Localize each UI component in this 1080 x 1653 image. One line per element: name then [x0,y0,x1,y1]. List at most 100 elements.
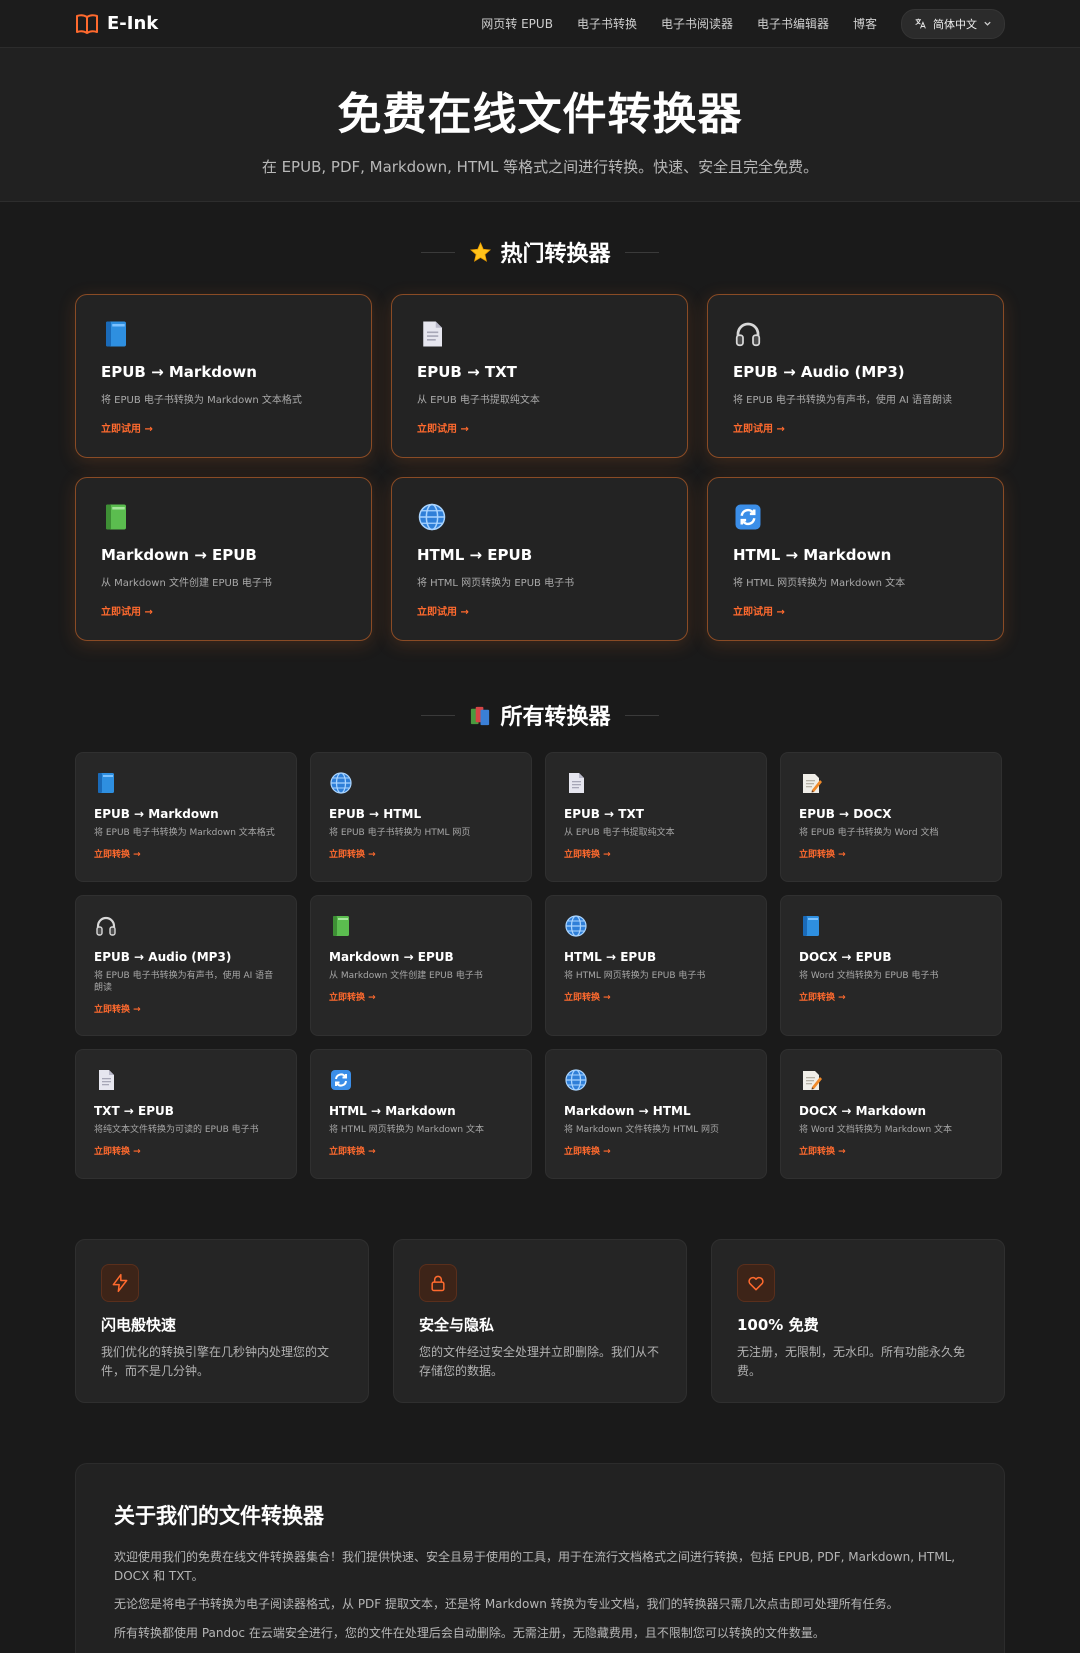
card-title: Markdown → HTML [564,1104,691,1118]
converter-card-txt-to-epub[interactable]: TXT → EPUB 将纯文本文件转换为可读的 EPUB 电子书 立即转换 → [75,1049,297,1179]
card-description: 将纯文本文件转换为可读的 EPUB 电子书 [94,1125,259,1135]
converter-card-epub-to-txt[interactable]: EPUB → TXT 从 EPUB 电子书提取纯文本 立即转换 → [545,752,767,882]
popular-card-html-to-epub[interactable]: HTML → EPUB 将 HTML 网页转换为 EPUB 电子书 立即试用 → [391,477,688,641]
blue-book-icon [101,319,131,349]
feature-icon-box [101,1264,139,1302]
card-description: 将 EPUB 电子书转换为有声书，使用 AI 语音朗读 [94,971,274,994]
converter-card-html-to-epub[interactable]: HTML → EPUB 将 HTML 网页转换为 EPUB 电子书 立即转换 → [545,895,767,1036]
about-paragraph: 所有转换都使用 Pandoc 在云端安全进行，您的文件在处理后会自动删除。无需注… [114,1625,825,1640]
chevron-down-icon [984,21,991,26]
card-description: 将 EPUB 电子书转换为 HTML 网页 [329,828,471,838]
feature-title: 闪电般快速 [101,1316,177,1334]
convert-now-link[interactable]: 立即转换 → [329,990,513,1003]
converter-card-epub-to-html[interactable]: EPUB → HTML 将 EPUB 电子书转换为 HTML 网页 立即转换 → [310,752,532,882]
try-now-link[interactable]: 立即试用 → [101,420,346,435]
card-title: EPUB → TXT [564,807,644,821]
convert-now-link[interactable]: 立即转换 → [94,847,278,860]
card-description: 将 Word 文档转换为 Markdown 文本 [799,1125,953,1135]
card-title: EPUB → Audio (MP3) [733,363,905,381]
converter-card-markdown-to-html[interactable]: Markdown → HTML 将 Markdown 文件转换为 HTML 网页… [545,1049,767,1179]
convert-now-link[interactable]: 立即转换 → [94,1144,278,1157]
card-description: 将 HTML 网页转换为 EPUB 电子书 [417,578,575,589]
card-title: Markdown → EPUB [329,950,454,964]
green-book-icon [101,502,131,532]
about-paragraph: 欢迎使用我们的免费在线文件转换器集合！我们提供快速、安全且易于使用的工具，用于在… [114,1550,956,1584]
try-now-link[interactable]: 立即试用 → [417,603,662,618]
feature-card-free: 100% 免费 无注册，无限制，无水印。所有功能永久免费。 [711,1239,1005,1403]
about-title: 关于我们的文件转换器 [114,1504,324,1528]
converter-card-html-to-markdown[interactable]: HTML → Markdown 将 HTML 网页转换为 Markdown 文本… [310,1049,532,1179]
heading-divider [624,251,659,253]
convert-now-link[interactable]: 立即转换 → [329,847,513,860]
green-book-icon [329,914,353,938]
card-description: 从 EPUB 电子书提取纯文本 [564,828,675,838]
card-title: HTML → EPUB [564,950,657,964]
converter-card-docx-to-epub[interactable]: DOCX → EPUB 将 Word 文档转换为 EPUB 电子书 立即转换 → [780,895,1002,1036]
convert-now-link[interactable]: 立即转换 → [799,847,983,860]
card-title: EPUB → TXT [417,363,517,381]
memo-icon [799,1068,823,1092]
card-description: 将 EPUB 电子书转换为 Markdown 文本格式 [101,395,302,406]
converter-card-markdown-to-epub[interactable]: Markdown → EPUB 从 Markdown 文件创建 EPUB 电子书… [310,895,532,1036]
popular-card-html-to-markdown[interactable]: HTML → Markdown 将 HTML 网页转换为 Markdown 文本… [707,477,1004,641]
all-converters-grid: EPUB → Markdown 将 EPUB 电子书转换为 Markdown 文… [0,752,1080,1179]
nav-link-ebook-editor[interactable]: 电子书编辑器 [757,15,829,32]
about-paragraph: 无论您是将电子书转换为电子阅读器格式，从 PDF 提取文本，还是将 Markdo… [114,1597,899,1612]
popular-card-epub-to-markdown[interactable]: EPUB → Markdown 将 EPUB 电子书转换为 Markdown 文… [75,294,372,458]
main-nav: 网页转 EPUB 电子书转换 电子书阅读器 电子书编辑器 博客 简体中文 [481,8,1005,39]
nav-link-ebook-converter[interactable]: 电子书转换 [577,15,637,32]
convert-now-link[interactable]: 立即转换 → [799,1144,983,1157]
language-label: 简体中文 [933,17,977,31]
document-icon [94,1068,118,1092]
card-title: EPUB → Markdown [101,363,257,381]
card-description: 将 EPUB 电子书转换为有声书，使用 AI 语音朗读 [733,395,953,406]
try-now-link[interactable]: 立即试用 → [733,603,978,618]
brand-logo[interactable]: E-Ink [75,13,158,35]
card-title: EPUB → DOCX [799,807,892,821]
try-now-link[interactable]: 立即试用 → [101,603,346,618]
lock-icon [428,1273,448,1293]
popular-card-epub-to-audio[interactable]: EPUB → Audio (MP3) 将 EPUB 电子书转换为有声书，使用 A… [707,294,1004,458]
convert-now-link[interactable]: 立即转换 → [564,847,748,860]
convert-now-link[interactable]: 立即转换 → [329,1144,513,1157]
try-now-link[interactable]: 立即试用 → [417,420,662,435]
converter-card-epub-to-audio[interactable]: EPUB → Audio (MP3) 将 EPUB 电子书转换为有声书，使用 A… [75,895,297,1036]
converter-card-docx-to-markdown[interactable]: DOCX → Markdown 将 Word 文档转换为 Markdown 文本… [780,1049,1002,1179]
heart-icon [746,1273,766,1293]
card-title: Markdown → EPUB [101,546,257,564]
about-section: 关于我们的文件转换器 欢迎使用我们的免费在线文件转换器集合！我们提供快速、安全且… [75,1463,1005,1653]
feature-description: 无注册，无限制，无水印。所有功能永久免费。 [737,1345,966,1378]
card-title: HTML → Markdown [733,546,892,564]
popular-card-markdown-to-epub[interactable]: Markdown → EPUB 从 Markdown 文件创建 EPUB 电子书… [75,477,372,641]
nav-link-blog[interactable]: 博客 [853,15,877,32]
card-description: 从 Markdown 文件创建 EPUB 电子书 [101,578,272,589]
hero-section: 免费在线文件转换器 在 EPUB, PDF, Markdown, HTML 等格… [0,48,1080,202]
lightning-icon [110,1273,130,1293]
card-title: DOCX → EPUB [799,950,892,964]
globe-icon [564,914,588,938]
card-title: EPUB → HTML [329,807,422,821]
try-now-link[interactable]: 立即试用 → [733,420,978,435]
card-description: 将 EPUB 电子书转换为 Word 文档 [799,828,939,838]
card-description: 将 HTML 网页转换为 Markdown 文本 [733,578,906,589]
all-heading-row: 所有转换器 [0,700,1080,730]
feature-description: 我们优化的转换引擎在几秒钟内处理您的文件，而不是几分钟。 [101,1345,330,1378]
convert-now-link[interactable]: 立即转换 → [564,1144,748,1157]
card-title: DOCX → Markdown [799,1104,927,1118]
popular-card-epub-to-txt[interactable]: EPUB → TXT 从 EPUB 电子书提取纯文本 立即试用 → [391,294,688,458]
converter-card-epub-to-docx[interactable]: EPUB → DOCX 将 EPUB 电子书转换为 Word 文档 立即转换 → [780,752,1002,882]
hero-title: 免费在线文件转换器 [337,89,743,140]
language-switcher[interactable]: 简体中文 [901,8,1005,39]
books-icon [469,704,492,727]
convert-now-link[interactable]: 立即转换 → [799,990,983,1003]
popular-converters-grid: EPUB → Markdown 将 EPUB 电子书转换为 Markdown 文… [0,294,1080,641]
features-section: 闪电般快速 我们优化的转换引擎在几秒钟内处理您的文件，而不是几分钟。 安全与隐私… [0,1239,1080,1403]
nav-link-ebook-reader[interactable]: 电子书阅读器 [661,15,733,32]
feature-title: 安全与隐私 [419,1316,495,1334]
convert-now-link[interactable]: 立即转换 → [94,1002,278,1015]
star-icon [469,241,492,264]
convert-now-link[interactable]: 立即转换 → [564,990,748,1003]
globe-icon [417,502,447,532]
nav-link-web-to-epub[interactable]: 网页转 EPUB [481,15,553,32]
converter-card-epub-to-markdown[interactable]: EPUB → Markdown 将 EPUB 电子书转换为 Markdown 文… [75,752,297,882]
